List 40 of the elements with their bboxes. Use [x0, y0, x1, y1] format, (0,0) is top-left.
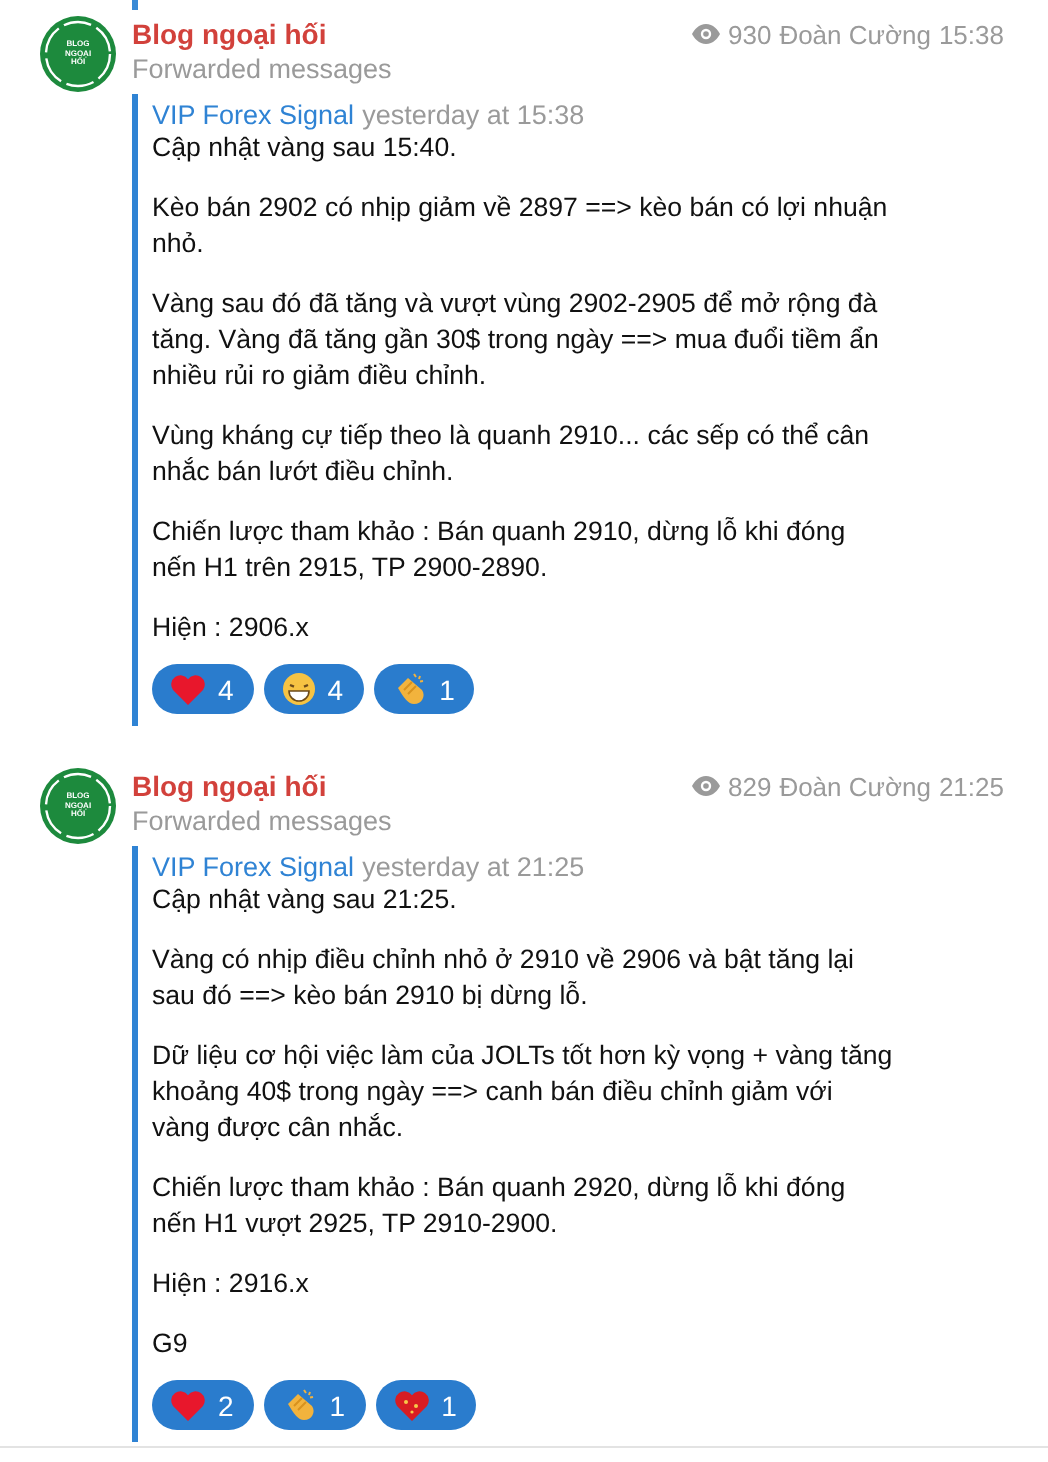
avatar-ring-icon: [40, 768, 116, 844]
author-name: Đoàn Cường: [779, 771, 931, 801]
reaction-button[interactable]: 1: [263, 1380, 366, 1430]
forward-source[interactable]: VIP Forex Signal: [152, 852, 355, 882]
forwarded-label: Forwarded messages: [132, 806, 394, 836]
message-time: 21:25: [938, 771, 1004, 801]
reaction-button[interactable]: 4: [152, 664, 254, 714]
message-paragraph: G9: [152, 1326, 190, 1362]
eye-icon: [691, 776, 720, 796]
channel-name[interactable]: Blog ngoại hối: [132, 770, 327, 802]
channel-name[interactable]: Blog ngoại hối: [132, 18, 327, 50]
avatar-ring-icon: [40, 16, 116, 92]
message-time: 15:38: [938, 19, 1004, 49]
forward-date: yesterday at 21:25: [362, 852, 585, 882]
message-paragraph: Hiện : 2906.x: [152, 610, 311, 646]
reaction-button[interactable]: 1: [373, 664, 475, 714]
message-paragraph: Vàng có nhịp điều chỉnh nhỏ ở 2910 về 2906 và bật tăng lại sau đó ==> kèo bán 2910 bị dừng lỗ.: [152, 942, 857, 1014]
message-paragraph: Hiện : 2916.x: [152, 1266, 311, 1302]
forward-date: yesterday at 15:38: [362, 100, 585, 130]
author-name: Đoàn Cường: [779, 19, 931, 49]
sparkling-heart-icon: [393, 1389, 430, 1421]
reaction-button[interactable]: 2: [152, 1380, 254, 1430]
view-count: 829: [727, 771, 772, 801]
message-paragraph: Cập nhật vàng sau 21:25.: [152, 882, 459, 918]
forward-source[interactable]: VIP Forex Signal: [152, 100, 355, 130]
message-paragraph: Vàng sau đó đã tăng và vượt vùng 2902-2905 để mở rộng đà tăng. Vàng đã tăng gần 30$ trong ngày ==> mua đuổi tiềm ẩn nhiều rủi ro giảm điều chỉnh.: [152, 286, 881, 394]
message-paragraph: Chiến lược tham khảo : Bán quanh 2920, dừng lỗ khi đóng nến H1 vượt 2925, TP 2910-2900.: [152, 1170, 848, 1242]
grinning-face-icon: [281, 672, 316, 706]
view-count: 930: [727, 19, 772, 49]
message-paragraph: Chiến lược tham khảo : Bán quanh 2910, dừng lỗ khi đóng nến H1 trên 2915, TP 2900-2890.: [152, 514, 848, 586]
reaction-button[interactable]: 4: [263, 664, 364, 714]
message-paragraph: Cập nhật vàng sau 15:40.: [152, 130, 459, 166]
message-paragraph: Kèo bán 2902 có nhịp giảm về 2897 ==> kèo bán có lợi nhuận nhỏ.: [152, 190, 890, 262]
heart-icon: [170, 673, 206, 705]
forwarded-label: Forwarded messages: [132, 54, 394, 84]
message-paragraph: Vùng kháng cự tiếp theo là quanh 2910... các sếp có thể cân nhắc bán lướt điều chỉnh.: [152, 418, 872, 490]
reaction-button[interactable]: 1: [375, 1380, 477, 1430]
message-paragraph: Dữ liệu cơ hội việc làm của JOLTs tốt hơn kỳ vọng + vàng tăng khoảng 40$ trong ngày ==> canh bán điều chỉnh giảm với vàng được cân nhắc.: [152, 1038, 895, 1146]
eye-icon: [691, 24, 720, 44]
heart-icon: [170, 1389, 206, 1421]
